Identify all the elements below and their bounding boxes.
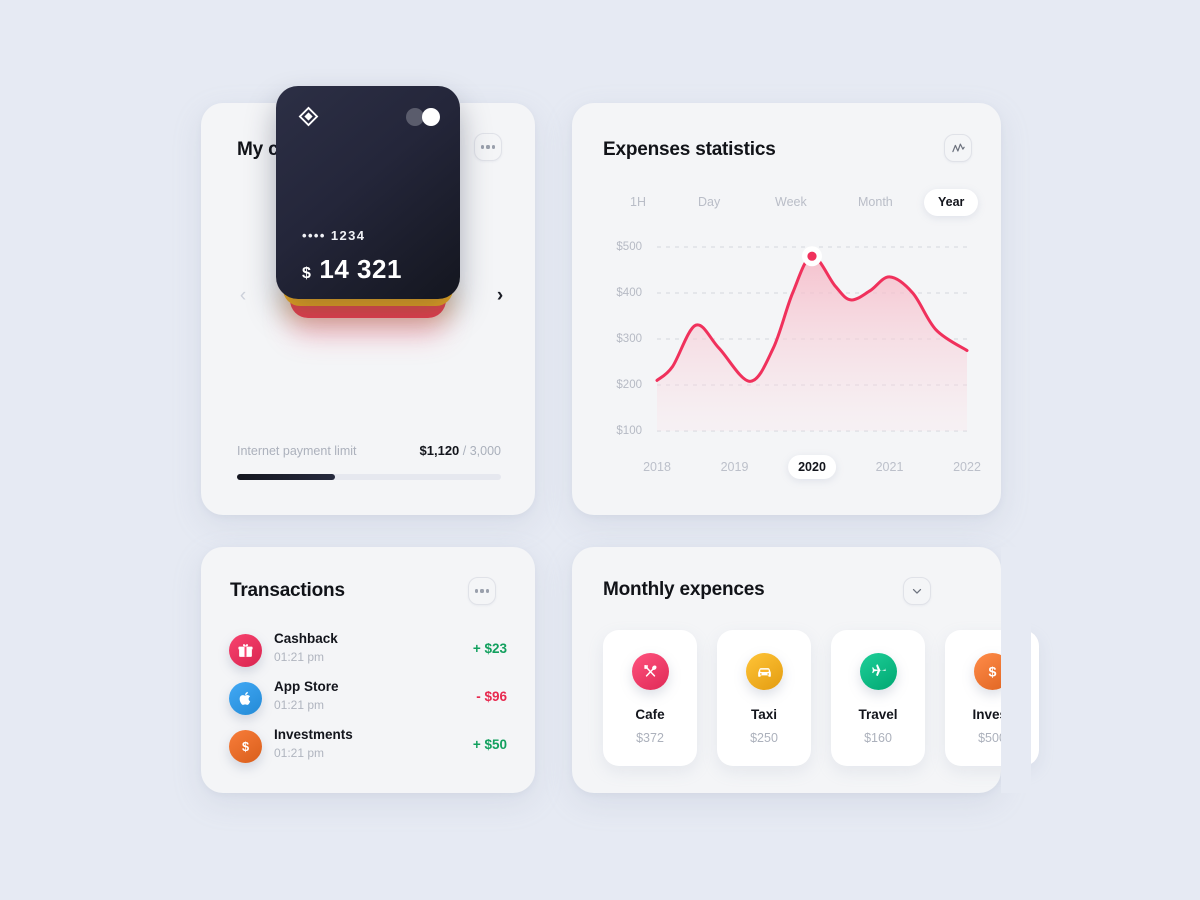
transaction-amount: - $96 (476, 689, 507, 704)
range-tab-week[interactable]: Week (761, 189, 821, 216)
range-tab-year[interactable]: Year (924, 189, 979, 216)
monthly-expand-button[interactable] (903, 577, 931, 605)
credit-card-front[interactable]: •••• 1234 $ 14 321 (276, 86, 460, 299)
transaction-row[interactable]: Cashback 01:21 pm + $23 (229, 628, 507, 676)
payment-limit-label: Internet payment limit (237, 444, 357, 458)
expence-category-amount: $160 (864, 731, 892, 745)
expence-category-card[interactable]: Taxi $250 (717, 630, 811, 766)
payment-limit-row: Internet payment limit $1,120 / 3,000 (237, 443, 501, 458)
card-balance-value: 14 321 (319, 254, 402, 284)
card-balance: $ 14 321 (302, 254, 402, 285)
range-tab-month[interactable]: Month (844, 189, 907, 216)
limit-used: $1,120 (419, 443, 460, 458)
apple-icon (229, 682, 262, 715)
carousel-prev-button[interactable]: ‹ (232, 285, 254, 307)
carousel-next-button[interactable]: › (489, 285, 511, 307)
expence-category-name: Cafe (635, 707, 665, 722)
range-tab-day[interactable]: Day (684, 189, 734, 216)
transaction-name: Investments (274, 727, 353, 742)
chevron-down-icon (912, 588, 922, 594)
transaction-row[interactable]: App Store 01:21 pm - $96 (229, 676, 507, 724)
ellipsis-icon (474, 589, 490, 593)
limit-total: / 3,000 (462, 444, 501, 458)
payment-limit-value: $1,120 / 3,000 (420, 443, 501, 458)
transaction-row[interactable]: $ Investments 01:21 pm + $50 (229, 724, 507, 772)
dashboard-root: My cards •••• 1234 $ 14 321 ‹ › Internet… (0, 0, 1200, 900)
panel-clip-mask (1001, 547, 1031, 793)
card-currency: $ (302, 265, 312, 282)
transaction-time: 01:21 pm (274, 698, 325, 712)
diamond-logo-icon (298, 106, 319, 127)
time-range-tabs[interactable]: 1H Day Week Month Year (600, 189, 979, 216)
monthly-expences-cards: Cafe $372 Taxi $250 Travel $160 $ Invest $500 (603, 630, 1039, 766)
airplane-icon (859, 653, 897, 690)
transaction-name: Cashback (274, 631, 338, 646)
gift-icon (229, 634, 262, 667)
expence-category-amount: $372 (636, 731, 664, 745)
chart-type-button[interactable] (944, 134, 972, 162)
transaction-name: App Store (274, 679, 339, 694)
payment-limit-progressbar[interactable] (237, 474, 501, 480)
transaction-time: 01:21 pm (274, 746, 325, 760)
transaction-amount: + $23 (472, 641, 507, 656)
expence-category-card[interactable]: Cafe $372 (603, 630, 697, 766)
svg-text:$: $ (242, 739, 249, 754)
transaction-time: 01:21 pm (274, 650, 325, 664)
dollar-icon: $ (229, 730, 262, 763)
expenses-statistics-panel: Expenses statistics (572, 103, 1001, 515)
card-toggle-icon[interactable] (406, 108, 440, 126)
expence-category-card[interactable]: Travel $160 (831, 630, 925, 766)
transactions-title: Transactions (230, 580, 345, 601)
svg-text:$: $ (988, 665, 996, 681)
expence-category-name: Taxi (750, 707, 777, 722)
expence-category-name: Travel (858, 707, 898, 722)
car-icon (745, 653, 783, 690)
expenses-title: Expenses statistics (603, 139, 776, 160)
transactions-more-button[interactable] (468, 577, 496, 605)
transaction-amount: + $50 (472, 737, 507, 752)
credit-card-carousel[interactable]: •••• 1234 $ 14 321 (276, 86, 460, 326)
expence-category-amount: $250 (750, 731, 778, 745)
range-tab-1h[interactable]: 1H (616, 189, 660, 216)
transactions-list: Cashback 01:21 pm + $23 App Store 01:21 pm - … (229, 628, 507, 772)
cutlery-icon (631, 653, 669, 690)
cards-more-button[interactable] (474, 133, 502, 161)
ellipsis-icon (480, 145, 496, 149)
card-masked-number: •••• 1234 (302, 228, 366, 243)
line-chart-icon (951, 143, 965, 152)
monthly-title: Monthly expences (603, 579, 765, 600)
